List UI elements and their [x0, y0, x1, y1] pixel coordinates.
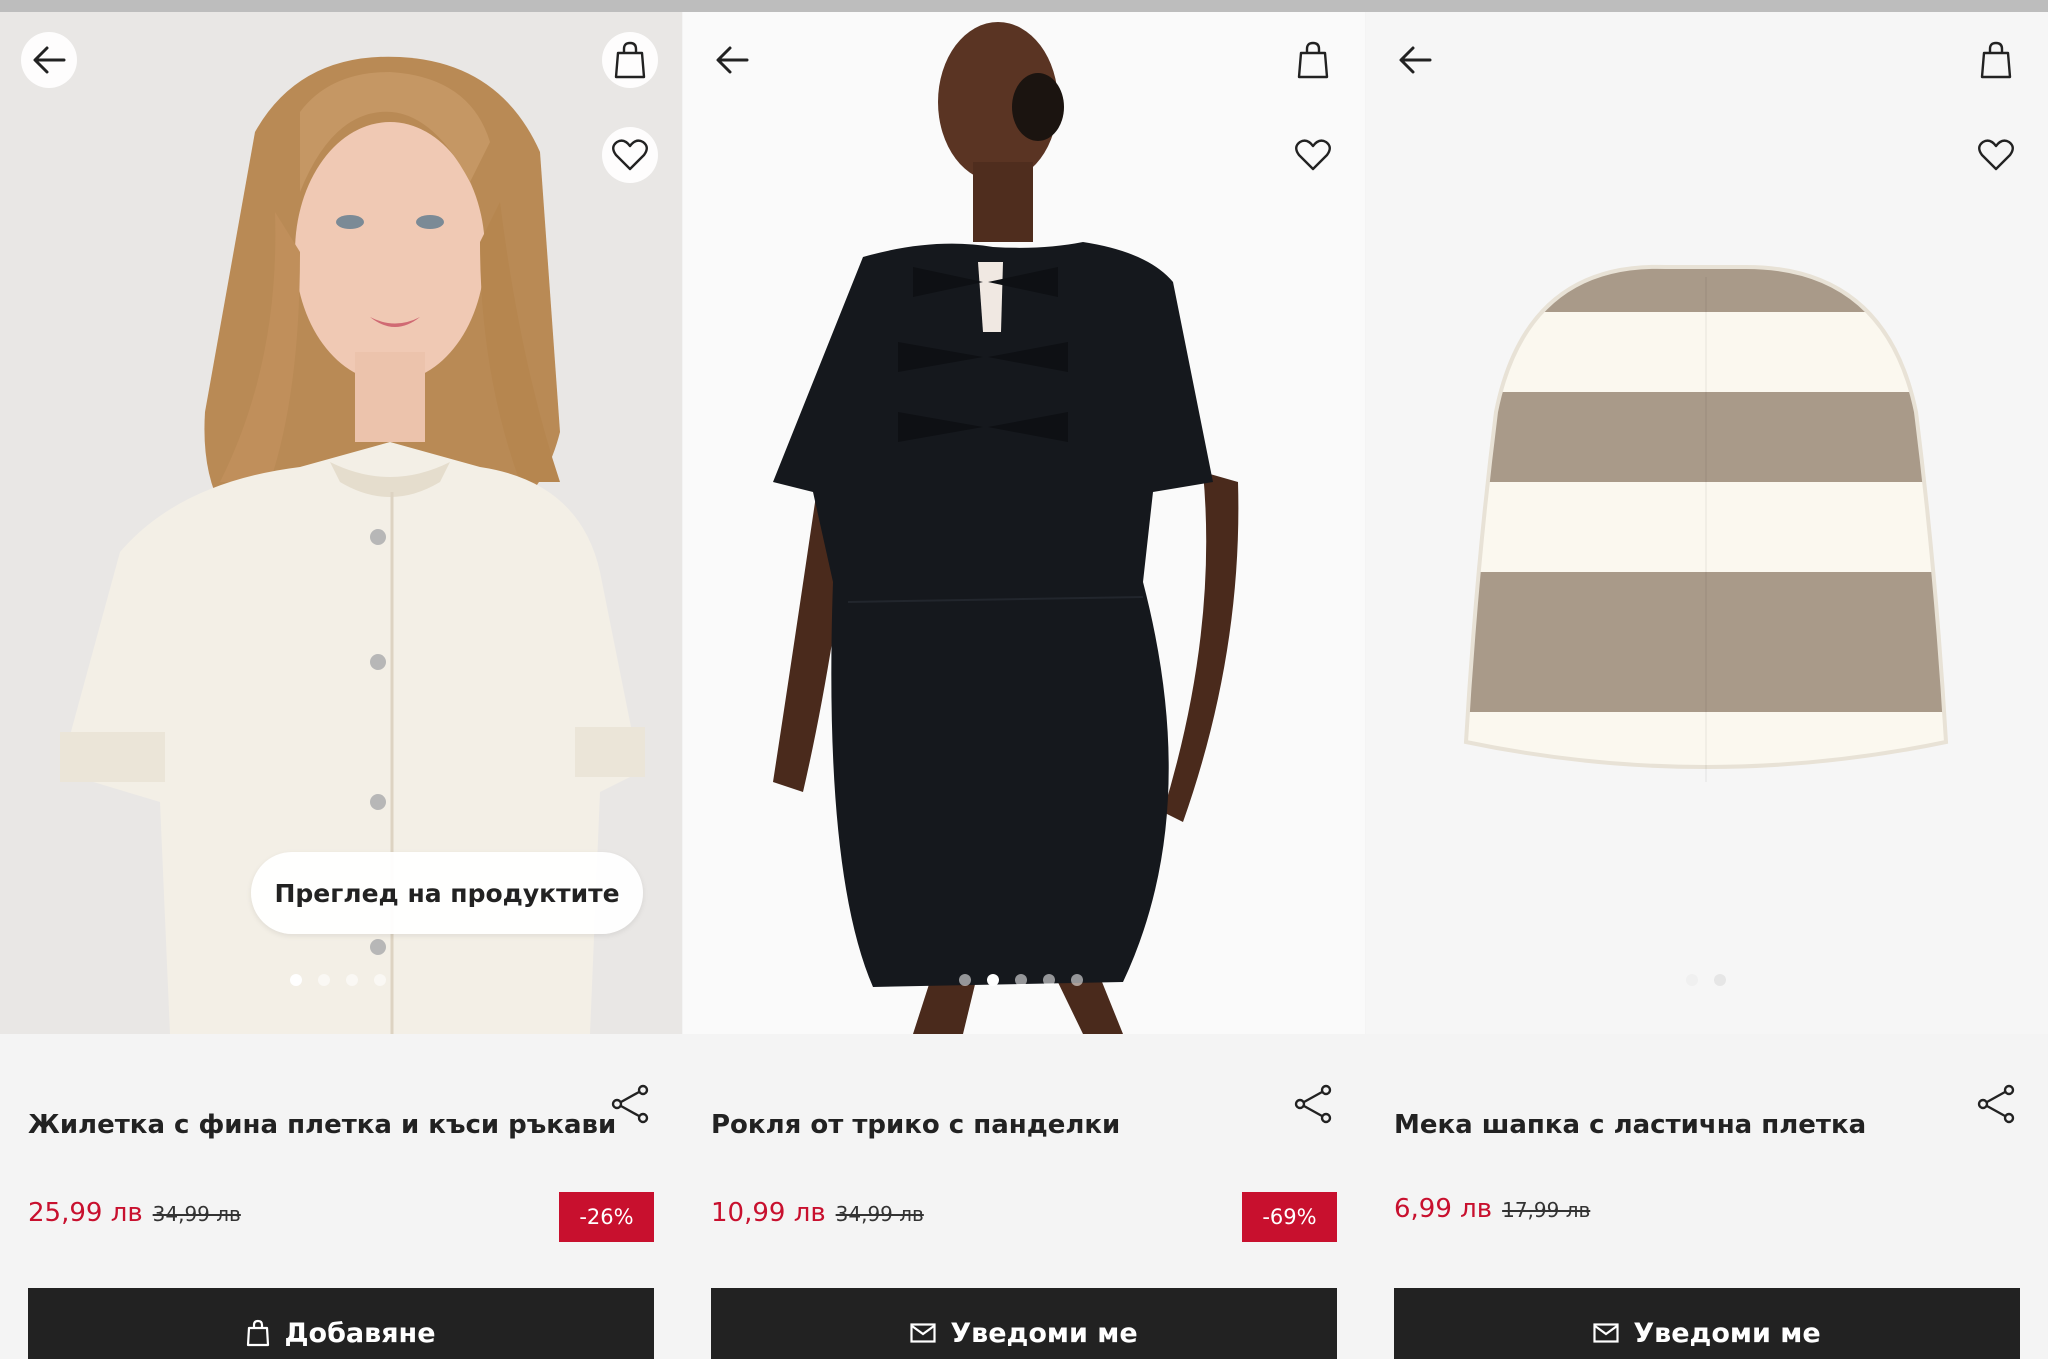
product-panel-cardigan: Преглед на продуктите Жилетка с фина пле… — [0, 12, 682, 1359]
arrow-left-icon — [716, 46, 749, 74]
arrow-left-icon — [33, 46, 66, 74]
carousel-dot[interactable] — [374, 974, 386, 986]
shopping-bag-icon — [1980, 41, 2012, 79]
carousel-dot[interactable] — [987, 974, 999, 986]
arrow-left-icon — [1399, 46, 1432, 74]
heart-icon — [1295, 139, 1331, 171]
carousel-dot[interactable] — [1071, 974, 1083, 986]
sale-price: 6,99 лв — [1394, 1194, 1493, 1224]
notify-me-label: Уведоми ме — [950, 1317, 1138, 1349]
sale-price: 10,99 лв — [711, 1198, 826, 1228]
carousel-dot[interactable] — [1043, 974, 1055, 986]
carousel-dot[interactable] — [959, 974, 971, 986]
notify-me-button[interactable]: Уведоми ме — [1394, 1288, 2020, 1359]
original-price: 34,99 лв — [152, 1202, 241, 1226]
favorite-button[interactable] — [602, 127, 658, 183]
mail-icon — [910, 1323, 936, 1343]
product-title: Мека шапка с ластична плетка — [1394, 1110, 1867, 1140]
product-title: Жилетка с фина плетка и къси ръкави — [28, 1110, 617, 1140]
notify-me-label: Уведоми ме — [1633, 1317, 1821, 1349]
carousel-dot[interactable] — [1015, 974, 1027, 986]
mail-icon — [1593, 1323, 1619, 1343]
sale-price: 25,99 лв — [28, 1198, 143, 1228]
favorite-button[interactable] — [1968, 127, 2024, 183]
notify-me-button[interactable]: Уведоми ме — [711, 1288, 1337, 1359]
carousel-dot[interactable] — [346, 974, 358, 986]
product-image[interactable]: Преглед на продуктите — [0, 12, 682, 1034]
discount-badge: -69% — [1242, 1192, 1337, 1242]
back-button[interactable] — [704, 32, 760, 88]
heart-icon — [1978, 139, 2014, 171]
carousel-dots — [959, 974, 1083, 986]
carousel-dots — [1686, 974, 1726, 986]
price-row: 25,99 лв 34,99 лв — [28, 1198, 241, 1228]
share-button[interactable] — [1972, 1080, 2020, 1128]
status-strip — [0, 0, 2048, 12]
back-button[interactable] — [1387, 32, 1443, 88]
carousel-dot[interactable] — [1714, 974, 1726, 986]
product-panel-beanie: Мека шапка с ластична плетка 6,99 лв 17,… — [1366, 12, 2048, 1359]
product-photo-dress — [683, 12, 1365, 1034]
share-icon — [1977, 1084, 2015, 1124]
carousel-dots — [290, 974, 386, 986]
original-price: 34,99 лв — [835, 1202, 924, 1226]
carousel-dot[interactable] — [318, 974, 330, 986]
bag-icon — [247, 1319, 270, 1347]
cart-button[interactable] — [602, 32, 658, 88]
original-price: 17,99 лв — [1502, 1198, 1591, 1222]
product-title: Рокля от трико с панделки — [711, 1110, 1121, 1140]
product-panel-dress: Рокля от трико с панделки 10,99 лв 34,99… — [683, 12, 1365, 1359]
product-image[interactable] — [683, 12, 1365, 1034]
cart-button[interactable] — [1968, 32, 2024, 88]
cart-button[interactable] — [1285, 32, 1341, 88]
shopping-bag-icon — [614, 41, 646, 79]
shopping-bag-icon — [1297, 41, 1329, 79]
view-products-button[interactable]: Преглед на продуктите — [251, 852, 643, 934]
add-to-cart-label: Добавяне — [284, 1317, 436, 1349]
price-row: 6,99 лв 17,99 лв — [1394, 1194, 1590, 1224]
product-image[interactable] — [1366, 12, 2048, 1034]
product-photo-beanie — [1366, 12, 2048, 1034]
favorite-button[interactable] — [1285, 127, 1341, 183]
price-row: 10,99 лв 34,99 лв — [711, 1198, 924, 1228]
heart-icon — [612, 139, 648, 171]
add-to-cart-button[interactable]: Добавяне — [28, 1288, 654, 1359]
back-button[interactable] — [21, 32, 77, 88]
carousel-dot[interactable] — [290, 974, 302, 986]
discount-badge: -26% — [559, 1192, 654, 1242]
share-icon — [611, 1084, 649, 1124]
share-icon — [1294, 1084, 1332, 1124]
share-button[interactable] — [1289, 1080, 1337, 1128]
carousel-dot[interactable] — [1686, 974, 1698, 986]
